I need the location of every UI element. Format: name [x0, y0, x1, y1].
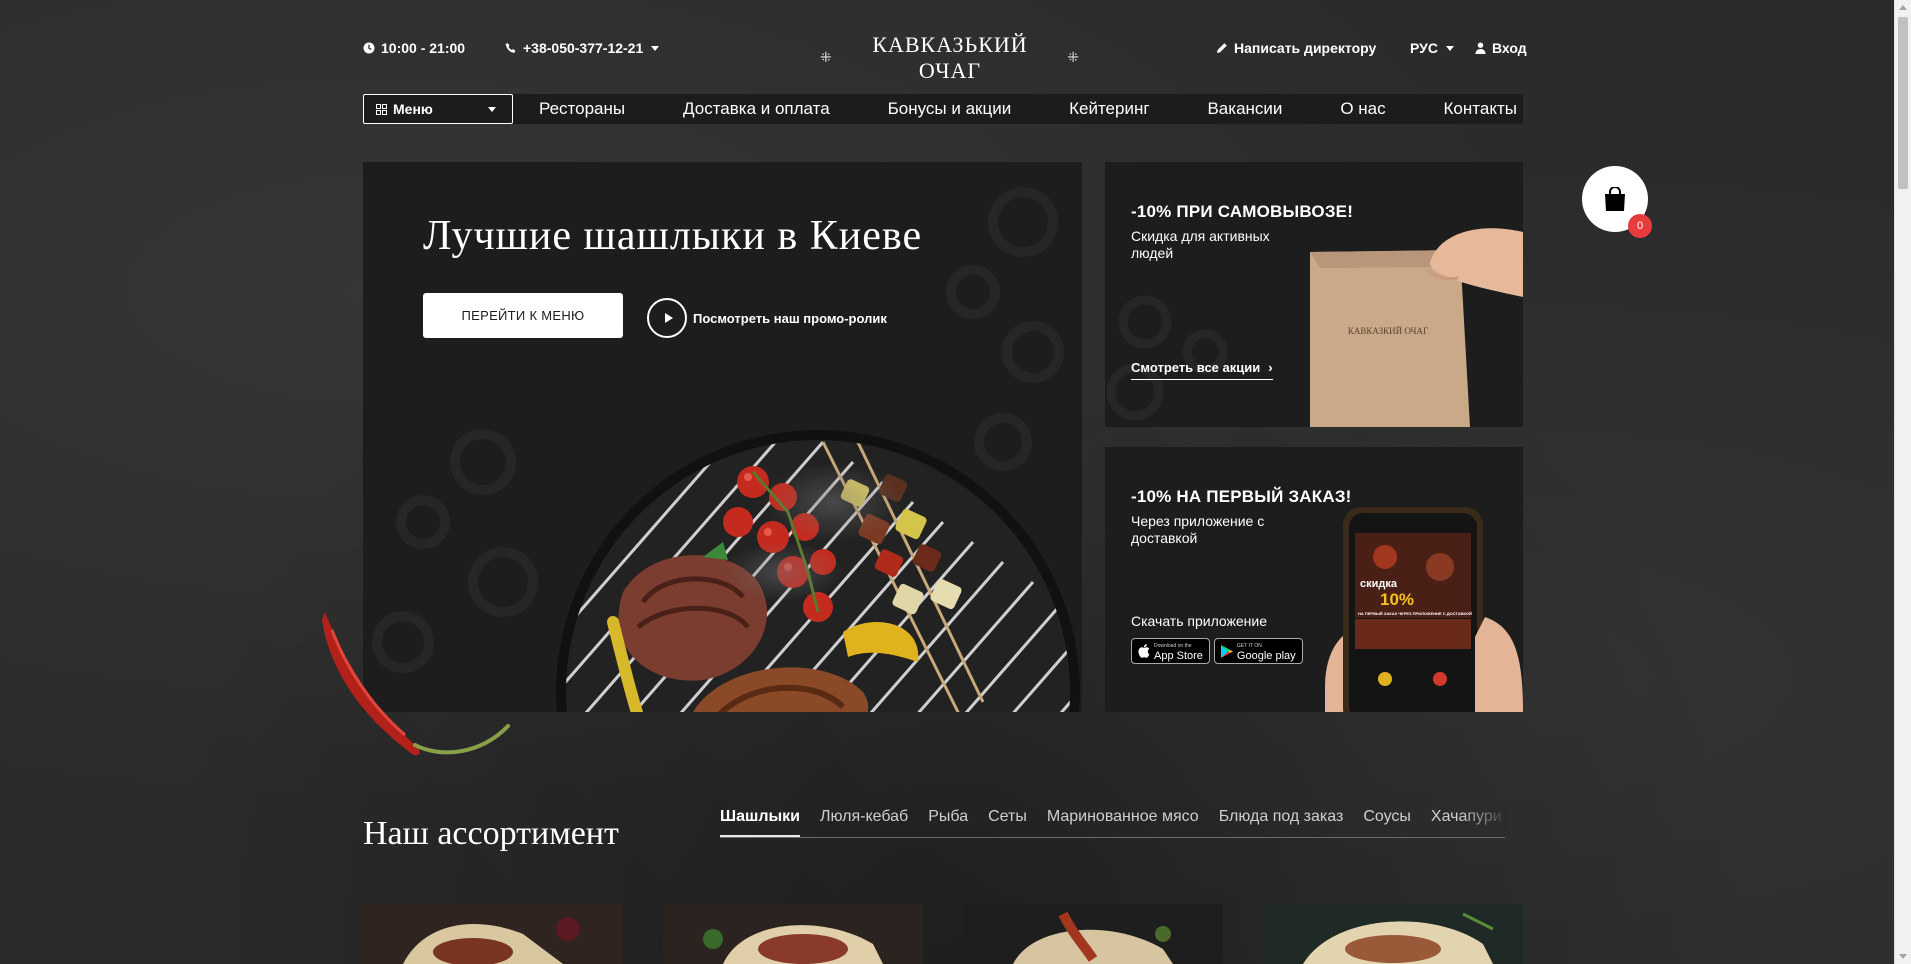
- site-logo[interactable]: ⁜ КАВКАЗЬКИЙ ОЧАГ ⁜: [820, 32, 1080, 84]
- cart-count-badge: 0: [1628, 214, 1652, 238]
- clock-icon: [363, 42, 375, 54]
- tab-dishes-to-order[interactable]: Блюда под заказ: [1219, 806, 1344, 837]
- paper-bag-image: КАВКАЗКИЙ ОЧАГ: [1310, 228, 1523, 427]
- nav-link-catering[interactable]: Кейтеринг: [1069, 99, 1149, 119]
- nav-link-vacancies[interactable]: Вакансии: [1207, 99, 1282, 119]
- hours-text: 10:00 - 21:00: [381, 40, 466, 56]
- tab-shashlyki[interactable]: Шашлыки: [720, 806, 800, 837]
- scroll-down-arrow[interactable]: [1899, 954, 1907, 959]
- apple-icon: [1138, 644, 1150, 658]
- logo-text: КАВКАЗЬКИЙ ОЧАГ: [872, 32, 1028, 83]
- login-label: Вход: [1492, 40, 1527, 56]
- phone-promo-line3: НА ПЕРВЫЙ ЗАКАЗ ЧЕРЕЗ ПРИЛОЖЕНИЕ С ДОСТА…: [1358, 611, 1472, 616]
- menu-dropdown-button[interactable]: Меню: [363, 94, 513, 124]
- shopping-bag-icon: [1605, 187, 1625, 211]
- card-subtitle: Скидка для активных людей: [1131, 228, 1270, 261]
- chevron-right-icon: ›: [1268, 360, 1273, 375]
- language-dropdown[interactable]: РУС: [1410, 36, 1454, 60]
- write-director-link[interactable]: Написать директору: [1216, 36, 1376, 60]
- assortment-tabs: Шашлыки Люля-кебаб Рыба Сеты Маринованно…: [720, 806, 1505, 838]
- product-image: [363, 904, 623, 964]
- chevron-down-icon: [651, 45, 660, 51]
- ornament-pattern: [1106, 295, 1228, 421]
- google-play-small: GET IT ON: [1236, 643, 1262, 649]
- first-order-discount-card[interactable]: -10% НА ПЕРВЫЙ ЗАКАЗ! Через приложение с…: [1105, 447, 1523, 712]
- tab-sets[interactable]: Сеты: [988, 806, 1027, 837]
- card-title: -10% ПРИ САМОВЫВОЗЕ!: [1131, 202, 1354, 221]
- google-play-icon: [1220, 644, 1233, 658]
- app-store-button[interactable]: Download on the App Store: [1131, 638, 1210, 664]
- see-all-promos-link[interactable]: Смотреть все акции ›: [1131, 360, 1273, 380]
- tab-lyulya-kebab[interactable]: Люля-кебаб: [820, 806, 908, 837]
- phone-dropdown[interactable]: +38-050-377-12-21: [505, 36, 660, 60]
- tab-marinated-meat[interactable]: Маринованное мясо: [1047, 806, 1199, 837]
- nav-link-restaurants[interactable]: Рестораны: [539, 99, 625, 119]
- ornament-icon: ⁜: [820, 50, 833, 66]
- chevron-down-icon: [1445, 45, 1454, 51]
- nav-links: Рестораны Доставка и оплата Бонусы и акц…: [513, 99, 1523, 119]
- product-card[interactable]: [663, 904, 923, 964]
- hero-title: Лучшие шашлыки в Киеве: [423, 213, 923, 259]
- phone-promo-line1: скидка: [1360, 578, 1398, 590]
- scroll-up-arrow[interactable]: [1899, 5, 1907, 10]
- play-icon[interactable]: [647, 298, 687, 338]
- product-card[interactable]: [1263, 904, 1523, 964]
- bag-logo-text: КАВКАЗКИЙ ОЧАГ: [1348, 326, 1428, 336]
- tab-fish[interactable]: Рыба: [928, 806, 968, 837]
- google-play-label: Google play: [1236, 650, 1296, 662]
- nav-link-about[interactable]: О нас: [1340, 99, 1385, 119]
- assortment-title: Наш ассортимент: [363, 815, 619, 852]
- promo-label: Посмотреть наш промо-ролик: [693, 310, 887, 326]
- download-app-label: Скачать приложение: [1131, 613, 1268, 629]
- user-icon: [1475, 42, 1486, 54]
- phone-app-image: скидка 10% НА ПЕРВЫЙ ЗАКАЗ ЧЕРЕЗ ПРИЛОЖЕ…: [1325, 507, 1523, 712]
- app-store-small: Download on the: [1154, 643, 1192, 649]
- nav-link-contacts[interactable]: Контакты: [1444, 99, 1517, 119]
- product-image: [1263, 904, 1523, 964]
- pencil-icon: [1217, 43, 1227, 53]
- ornament-icon: ⁜: [1067, 50, 1080, 66]
- link-label: Смотреть все акции: [1131, 360, 1261, 375]
- write-director-label: Написать директору: [1234, 40, 1377, 56]
- tab-sauces[interactable]: Соусы: [1363, 806, 1411, 837]
- chevron-down-icon: [488, 107, 496, 112]
- scrollbar[interactable]: [1894, 0, 1911, 964]
- nav-link-bonuses[interactable]: Бонусы и акции: [888, 99, 1012, 119]
- login-link[interactable]: Вход: [1475, 36, 1527, 60]
- product-card[interactable]: [963, 904, 1223, 964]
- grid-icon: [376, 103, 387, 115]
- phone-number: +38-050-377-12-21: [523, 40, 644, 56]
- product-image: [963, 904, 1223, 964]
- page: 10:00 - 21:00 +38-050-377-12-21 Написать…: [0, 0, 1894, 964]
- promo-video-link[interactable]: Посмотреть наш промо-ролик: [647, 298, 887, 338]
- phone-icon: [505, 43, 516, 53]
- product-card[interactable]: [363, 904, 623, 964]
- pickup-discount-card[interactable]: -10% ПРИ САМОВЫВОЗЕ! Скидка для активных…: [1105, 162, 1523, 427]
- grill-image: [556, 430, 1080, 712]
- card-subtitle: Через приложение с доставкой: [1131, 513, 1265, 546]
- app-store-label: App Store: [1154, 650, 1203, 662]
- nav-link-delivery[interactable]: Доставка и оплата: [683, 99, 830, 119]
- working-hours: 10:00 - 21:00: [363, 36, 465, 60]
- main-nav: Меню Рестораны Доставка и оплата Бонусы …: [363, 94, 1523, 124]
- app-store-buttons: Download on the App Store GET IT ON Google…: [1131, 638, 1303, 664]
- scrollbar-thumb[interactable]: [1898, 17, 1908, 189]
- card-title: -10% НА ПЕРВЫЙ ЗАКАЗ!: [1131, 487, 1352, 506]
- tabs-fade: [1460, 806, 1510, 836]
- phone-promo-line2: 10%: [1380, 590, 1414, 609]
- language-label: РУС: [1410, 40, 1438, 56]
- go-to-menu-button[interactable]: ПЕРЕЙТИ К МЕНЮ: [423, 293, 623, 338]
- product-image: [663, 904, 923, 964]
- chili-pepper-image: [322, 612, 510, 756]
- menu-label: Меню: [393, 101, 433, 117]
- google-play-button[interactable]: GET IT ON Google play: [1213, 638, 1303, 664]
